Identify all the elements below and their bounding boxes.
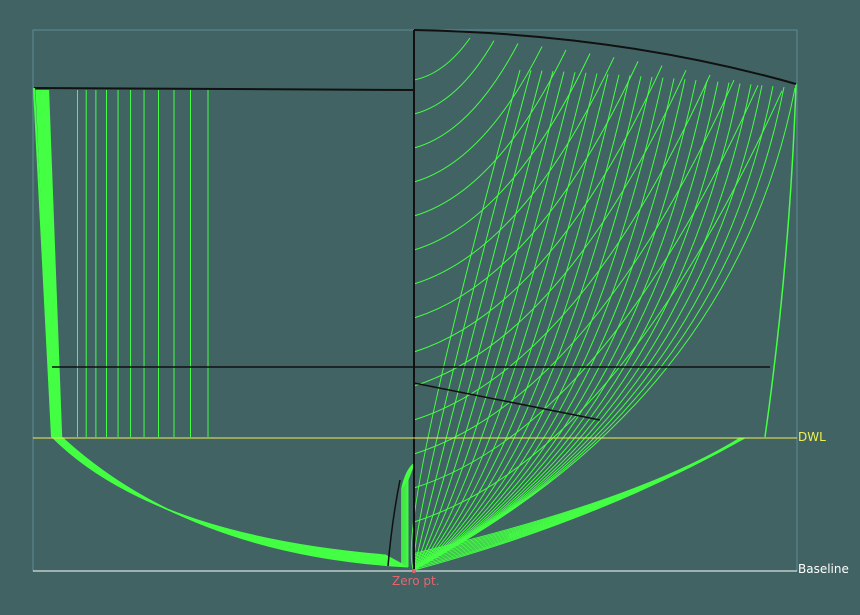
stern-section-curve: [54, 436, 393, 559]
bow-waterline-curve: [413, 65, 663, 353]
stern-section-curve: [56, 436, 397, 562]
dwl-label: DWL: [798, 430, 826, 444]
stern-section-curve: [55, 436, 395, 561]
bow-waterline-curve: [413, 49, 567, 217]
baseline-label: Baseline: [798, 562, 849, 576]
stern-section-curve: [53, 436, 390, 558]
stern-section-curve: [51, 436, 387, 556]
stern-section-curve: [58, 436, 401, 564]
stern-section-curve: [53, 436, 391, 558]
bow-section-curve: [413, 71, 565, 571]
stern-section-curve: [60, 436, 406, 567]
bow-waterline-curve: [413, 40, 495, 115]
bow-waterline-curve: [413, 46, 543, 183]
stern-section-curve: [59, 436, 405, 566]
zero-point-label: Zero pt.: [392, 574, 440, 588]
bow-section-curve: [413, 78, 675, 571]
stern-section-curve: [55, 436, 396, 561]
bow-side-line: [764, 83, 797, 438]
stern-sheer-line: [33, 87, 415, 91]
bow-section-curve: [413, 80, 708, 571]
bow-waterline-curve: [413, 43, 519, 149]
stern-stations: [35, 89, 415, 568]
stern-section-curve: [59, 436, 403, 565]
stern-section-curve: [52, 436, 389, 557]
bow-section-curve: [413, 81, 719, 571]
bow-waterline-curve: [413, 37, 471, 81]
stern-section-curve: [58, 436, 402, 565]
zero-point-marker: [412, 569, 416, 573]
hull-outlines: [33, 29, 797, 571]
bow-section-curve: [413, 72, 587, 571]
bow-stations: [410, 37, 797, 572]
body-plan-canvas: [32, 29, 798, 573]
bow-section-curve: [413, 79, 697, 571]
stern-section-curve: [54, 436, 394, 560]
bow-waterline-curve: [413, 61, 639, 319]
stern-section-curve: [59, 436, 404, 566]
bow-section-curve: [413, 83, 741, 570]
stern-section-curve: [57, 436, 400, 563]
bow-waterline-curve: [413, 85, 759, 489]
bow-waterline-curve: [413, 74, 711, 421]
stern-section-curve: [52, 436, 388, 557]
skeg-outline: [387, 479, 401, 567]
stern-section-curve: [53, 436, 392, 559]
body-plan-view: DWL Baseline Zero pt.: [0, 0, 860, 611]
stern-section-curve: [60, 436, 407, 567]
stern-section-curve: [61, 436, 409, 568]
stern-section-curve: [57, 436, 399, 563]
stern-section-curve: [56, 436, 398, 562]
bow-section-curve: [413, 86, 774, 570]
bow-waterline-curve: [413, 53, 591, 251]
